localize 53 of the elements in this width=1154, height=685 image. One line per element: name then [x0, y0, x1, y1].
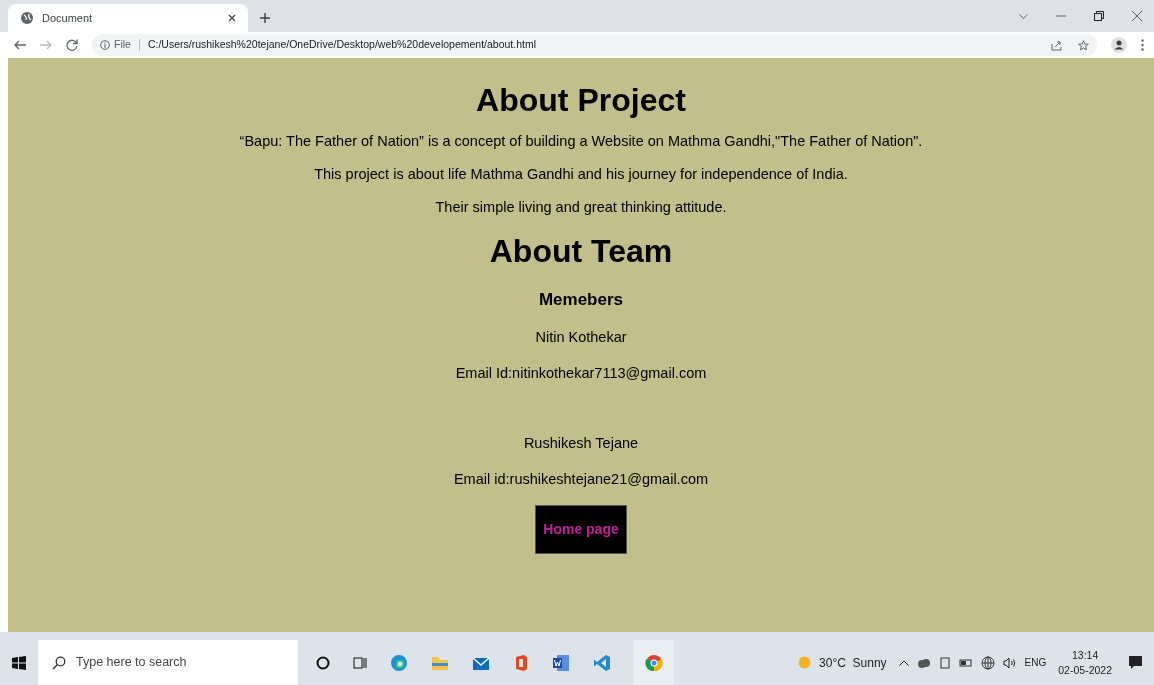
heading: About Team [489, 232, 673, 271]
task-view-icon[interactable] [353, 655, 367, 670]
reload-icon[interactable] [66, 39, 78, 51]
info-icon [100, 40, 110, 50]
scheme-label: File [114, 37, 131, 53]
edge-icon[interactable] [390, 653, 408, 672]
sun-icon [798, 656, 812, 669]
globe-icon[interactable] [980, 655, 995, 670]
chevron-up-icon[interactable] [898, 659, 909, 666]
paragraph: Their simple living and great thinking attitude. [435, 198, 727, 217]
word-icon[interactable] [552, 653, 570, 672]
weather-text[interactable]: 30°C Sunny [819, 653, 887, 672]
folder-icon[interactable] [431, 654, 449, 671]
date-text: 02-05-2022 [1058, 662, 1112, 678]
heading: About Project [476, 81, 686, 120]
member-name: Rushikesh Tejane [523, 433, 639, 453]
close-tab-icon[interactable] [228, 14, 236, 22]
member-email: Email Id:nitinkothekar7113@gmail.com [455, 363, 707, 383]
language-indicator[interactable]: ENG [1024, 655, 1047, 670]
cortana-icon[interactable] [316, 655, 330, 670]
notification-icon[interactable] [1128, 654, 1144, 671]
clock[interactable]: 13:14 02-05-2022 [1058, 647, 1112, 678]
home-page-button[interactable]: Home page [535, 504, 627, 554]
search-field[interactable]: Type here to search [38, 640, 298, 685]
member-name: Nitin Kothekar [535, 327, 627, 347]
menu-icon[interactable] [1141, 39, 1144, 51]
cloud-icon[interactable] [916, 656, 931, 669]
subheading: Memebers [538, 289, 624, 311]
taskbar-app[interactable] [634, 640, 674, 685]
new-tab-icon[interactable] [260, 13, 270, 23]
code-editor-icon[interactable] [593, 653, 611, 672]
member-email: Email id:rushikeshtejane21@gmail.com [453, 469, 709, 489]
browser-tab[interactable]: Document [8, 4, 248, 32]
globe-icon [20, 11, 34, 25]
mail-icon[interactable] [472, 654, 490, 671]
maximize-icon[interactable] [1094, 11, 1104, 21]
time-text: 13:14 [1072, 647, 1099, 663]
speaker-icon[interactable] [1002, 656, 1017, 669]
address-bar[interactable]: File C:/Users/rushikesh%20tejane/OneDrive/Desktop/web%20developement/about.html [92, 34, 1097, 56]
battery-icon[interactable] [958, 657, 973, 668]
share-icon[interactable] [1051, 39, 1062, 51]
office-icon[interactable] [513, 653, 529, 672]
close-icon[interactable] [1132, 11, 1142, 21]
search-icon [52, 655, 66, 670]
back-icon[interactable] [14, 40, 26, 50]
star-icon[interactable] [1078, 39, 1089, 51]
paragraph: This project is about life Mathma Gandhi and his journey for independence of India. [314, 165, 848, 184]
url-text: C:/Users/rushikesh%20tejane/OneDrive/Desktop/web%20developement/about.html [147, 37, 537, 53]
windows-start-icon[interactable] [12, 655, 26, 670]
chrome-icon [645, 653, 663, 672]
profile-icon[interactable] [1111, 37, 1127, 53]
chevron-down-icon[interactable] [1019, 13, 1028, 19]
paragraph: “Bapu: The Father of Nation” is a concept of building a Website on Mathma Gandhi,"The Father of Nation". [239, 132, 923, 151]
